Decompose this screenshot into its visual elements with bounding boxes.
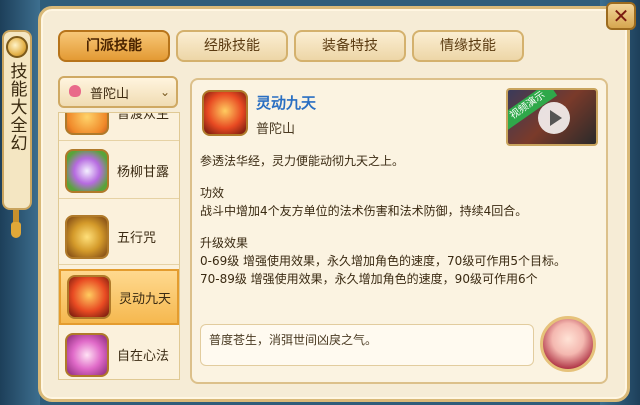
title-scroll: 技能大全幻	[2, 30, 32, 210]
sect-selected: 普陀山	[90, 86, 130, 102]
upgrade-line: 0-69级 增强使用效果，永久增加角色的速度，70级可作用5个目标。	[200, 254, 566, 268]
lotus-icon	[66, 85, 84, 99]
upgrade-line: 70-89级 增强使用效果，永久增加角色的速度，90级可作用6个	[200, 272, 538, 286]
tab-meridian-skills[interactable]: 经脉技能	[176, 30, 288, 62]
effect-text: 战斗中增加4个友方单位的法术伤害和法术防御，持续4回合。	[200, 204, 528, 218]
skill-list[interactable]: 普渡众生 杨柳甘露 五行咒 灵动九天 自在心法	[58, 112, 180, 380]
tab-sect-skills[interactable]: 门派技能	[58, 30, 170, 62]
free-mind-icon	[65, 332, 109, 377]
window-title: 技能大全幻	[6, 62, 27, 152]
skill-item-zizai[interactable]: 自在心法	[59, 327, 179, 379]
tassel-end-icon	[11, 222, 21, 238]
tab-bond-skills[interactable]: 情缘技能	[412, 30, 524, 62]
skill-detail-panel: 灵动九天 普陀山 视频演示 参透法华经，灵力便能动彻九天之上。 功效 战斗中增加…	[190, 78, 608, 384]
skill-description: 参透法华经，灵力便能动彻九天之上。	[200, 154, 405, 168]
flying-spirit-icon	[67, 275, 111, 319]
close-icon: ✕	[612, 4, 630, 28]
tab-bar: 门派技能 经脉技能 装备特技 情缘技能	[58, 30, 524, 62]
flying-spirit-icon	[202, 90, 248, 136]
close-button[interactable]: ✕	[606, 2, 636, 30]
skill-item-wuxing[interactable]: 五行咒	[59, 209, 179, 265]
skill-title: 灵动九天	[256, 94, 317, 112]
skill-name: 灵动九天	[119, 291, 172, 307]
skill-name: 普渡众生	[117, 112, 170, 122]
effect-heading: 功效	[200, 186, 225, 200]
skill-name: 五行咒	[117, 231, 157, 246]
skill-sect: 普陀山	[256, 122, 296, 137]
tab-equipment-skills[interactable]: 装备特技	[294, 30, 406, 62]
video-demo-button[interactable]: 视频演示	[506, 88, 598, 146]
upgrade-heading: 升级效果	[200, 236, 249, 250]
skill-item-pudu[interactable]: 普渡众生	[59, 112, 179, 141]
skill-name: 杨柳甘露	[117, 165, 170, 180]
npc-quote: 普度苍生，消弭世间凶戾之气。	[200, 324, 534, 366]
skill-item-lingdong[interactable]: 灵动九天	[59, 269, 179, 325]
knot-icon	[6, 36, 28, 58]
npc-avatar	[540, 316, 596, 372]
chevron-down-icon: ⌄	[159, 85, 170, 99]
skill-name: 自在心法	[117, 349, 170, 364]
sect-dropdown[interactable]: 普陀山 ⌄	[58, 76, 178, 108]
play-icon	[538, 102, 570, 134]
five-elements-icon	[65, 214, 109, 259]
skill-description-block: 参透法华经，灵力便能动彻九天之上。 功效 战斗中增加4个友方单位的法术伤害和法术…	[200, 152, 600, 288]
lotus-flame-icon	[65, 113, 109, 135]
skill-item-yangliu[interactable]: 杨柳甘露	[59, 143, 179, 199]
willow-icon	[65, 148, 109, 193]
